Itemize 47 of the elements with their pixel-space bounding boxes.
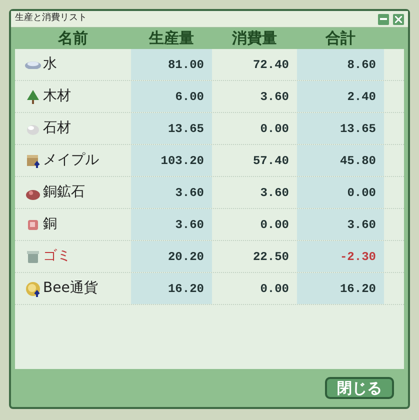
table-cell-text: 0.00 (260, 120, 290, 138)
window-title: 生産と消費リスト (15, 12, 87, 26)
close-button[interactable]: 閉じる (325, 377, 394, 399)
coin-icon (25, 280, 41, 296)
resource-name: 銅鉱石 (43, 183, 85, 202)
column-header: 生産量 (148, 31, 195, 46)
resource-name: メイプル (43, 151, 99, 170)
table-cell-text: 13.65 (340, 120, 377, 138)
close-icon (395, 16, 402, 22)
table-cell-text: 13.65 (168, 120, 205, 138)
column-header: 名前 (56, 31, 89, 46)
table-cell-text: 8.60 (347, 56, 377, 74)
table-cell-text: -2.30 (340, 248, 377, 266)
resource-name: 石材 (43, 119, 71, 138)
table-cell-text: 3.60 (260, 184, 290, 202)
bin-icon (25, 248, 41, 264)
table-cell-text: 45.80 (340, 152, 377, 170)
table-cell-text: 16.20 (168, 280, 205, 298)
table-cell-text: 2.40 (347, 88, 377, 106)
column-header: 合計 (324, 31, 356, 46)
resource-name: Bee通貨 (43, 279, 98, 298)
crate-icon (25, 152, 41, 168)
table-cell-text: 6.00 (175, 88, 205, 106)
table-cell-text: 0.00 (260, 216, 290, 234)
table-cell-text: 103.20 (160, 152, 205, 170)
resource-name: 木材 (43, 87, 71, 106)
table-cell-text: 3.60 (260, 88, 290, 106)
table-cell-text: 81.00 (168, 56, 205, 74)
table-cell-text: 72.40 (252, 56, 290, 74)
table-cell-text: 3.60 (175, 184, 205, 202)
table-cell-text: 16.20 (340, 280, 377, 298)
table-cell-text: 0.00 (260, 280, 290, 298)
table-cell-text: 20.20 (168, 248, 205, 266)
table-cell-text: 0.00 (347, 184, 377, 202)
table-cell-text: 57.40 (252, 152, 290, 170)
minimize-button[interactable] (378, 14, 389, 24)
column-header: 消費量 (231, 31, 278, 46)
close-button[interactable] (393, 14, 404, 24)
resource-name: 銅 (43, 215, 57, 234)
resource-name: ゴミ (43, 247, 71, 266)
resource-name: 水 (43, 55, 57, 74)
dish-icon (25, 60, 41, 68)
table-cell-text: 3.60 (347, 216, 377, 234)
table-cell-text: 3.60 (175, 216, 205, 234)
table-cell-text: 22.50 (252, 248, 290, 266)
tree-icon (25, 88, 41, 104)
minimize-icon (380, 18, 387, 20)
